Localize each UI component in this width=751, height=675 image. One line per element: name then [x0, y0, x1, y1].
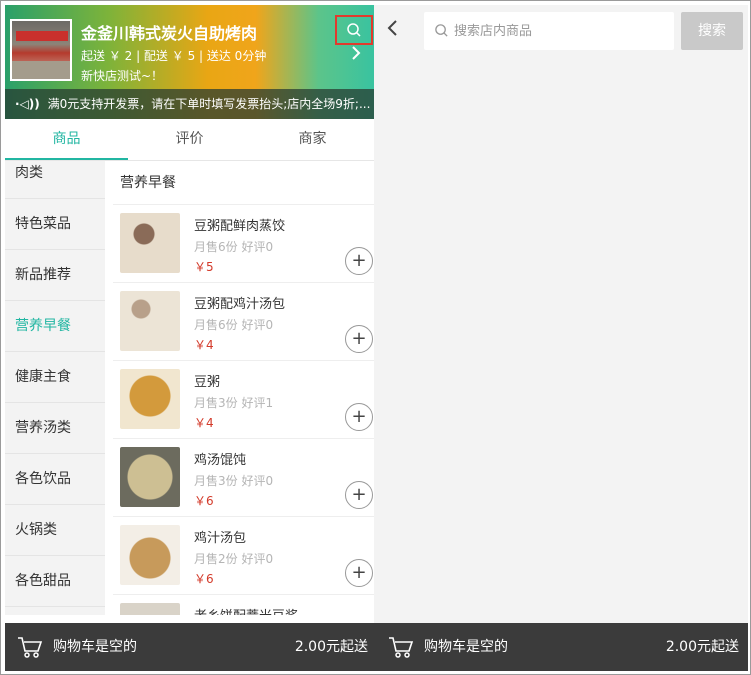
goods-item[interactable]: 豆粥配鲜肉蒸饺 月售6份 好评0 ￥5 + [113, 205, 374, 283]
tab-goods[interactable]: 商品 [5, 119, 128, 160]
goods-thumbnail [120, 291, 180, 351]
cart-summary-right[interactable]: 购物车是空的 2.00元起送 [376, 623, 747, 671]
cart-summary-left[interactable]: 购物车是空的 2.00元起送 [5, 623, 376, 671]
shop-subtitle: 新快店测试~！ [81, 69, 164, 83]
cart-minimum: 2.00元起送 [294, 639, 368, 655]
goods-sales: 月售2份 好评0 [194, 552, 274, 566]
goods-item[interactable]: 豆粥配鸡汁汤包 月售6份 好评0 ￥4 + [113, 283, 374, 361]
goods-price: ￥5 [194, 260, 214, 274]
plus-icon: + [351, 328, 367, 349]
goods-item[interactable]: 老乡饼配薏米豆浆 [113, 595, 374, 615]
search-field[interactable] [424, 12, 674, 50]
goods-item[interactable]: 豆粥 月售3份 好评1 ￥4 + [113, 361, 374, 439]
goods-price: ￥4 [194, 338, 214, 352]
shop-tabs: 商品 评价 商家 [5, 119, 374, 161]
goods-name: 豆粥配鲜肉蒸饺 [194, 219, 286, 234]
goods-thumbnail [120, 447, 180, 507]
goods-name: 豆粥配鸡汁汤包 [194, 297, 286, 312]
speaker-icon: ·◁)) [15, 97, 40, 111]
cart-status: 购物车是空的 [53, 639, 137, 655]
category-item[interactable]: 健康主食 [5, 352, 105, 403]
category-list: 肉类 特色菜品 新品推荐 营养早餐 健康主食 营养汤类 各色饮品 火锅类 各色甜… [5, 161, 105, 615]
cart-minimum: 2.00元起送 [665, 639, 739, 655]
add-to-cart-button[interactable]: + [345, 481, 373, 509]
cart-bar: 购物车是空的 2.00元起送 购物车是空的 2.00元起送 [5, 623, 748, 671]
category-item[interactable]: 营养汤类 [5, 403, 105, 454]
goods-item[interactable]: 鸡汤馄饨 月售3份 好评0 ￥6 + [113, 439, 374, 517]
shop-photo [10, 19, 72, 81]
goods-sales: 月售3份 好评1 [194, 396, 274, 410]
notice-text: 满0元支持开发票，请在下单时填写发票抬头;店内全场9折;... [47, 97, 371, 111]
add-to-cart-button[interactable]: + [345, 325, 373, 353]
search-icon [434, 23, 449, 42]
goods-sales: 月售6份 好评0 [194, 318, 274, 332]
goods-name: 老乡饼配薏米豆浆 [194, 605, 298, 615]
plus-icon: + [351, 484, 367, 505]
add-to-cart-button[interactable]: + [345, 559, 373, 587]
notice-bar: ·◁)) 满0元支持开发票，请在下单时填写发票抬头;店内全场9折;... [5, 89, 374, 119]
shop-delivery-info: 起送 ￥ 2 | 配送 ￥ 5 | 送达 0分钟 [81, 49, 267, 63]
goods-item[interactable]: 鸡汁汤包 月售2份 好评0 ￥6 + [113, 517, 374, 595]
goods-sales: 月售3份 好评0 [194, 474, 274, 488]
cart-status: 购物车是空的 [424, 639, 508, 655]
plus-icon: + [351, 562, 367, 583]
search-input[interactable] [454, 12, 669, 50]
plus-icon: + [351, 250, 367, 271]
search-icon [347, 23, 361, 37]
goods-sales: 月售6份 好评0 [194, 240, 274, 254]
goods-price: ￥4 [194, 416, 214, 430]
goods-thumbnail [120, 525, 180, 585]
chevron-right-icon[interactable] [351, 45, 361, 64]
shop-panel: 金釜川韩式炭火自助烤肉 起送 ￥ 2 | 配送 ￥ 5 | 送达 0分钟 新快店… [5, 5, 374, 671]
goods-price: ￥6 [194, 572, 214, 586]
category-item[interactable]: 各色甜品 [5, 556, 105, 607]
cart-icon [18, 637, 43, 658]
add-to-cart-button[interactable]: + [345, 403, 373, 431]
tab-reviews[interactable]: 评价 [128, 119, 251, 160]
search-button[interactable] [335, 15, 373, 45]
shop-photo-sign [16, 31, 68, 41]
goods-thumbnail [120, 213, 180, 273]
goods-name: 鸡汁汤包 [194, 531, 247, 546]
section-title: 营养早餐 [113, 161, 374, 205]
add-to-cart-button[interactable]: + [345, 247, 373, 275]
category-item[interactable]: 火锅类 [5, 505, 105, 556]
category-item[interactable]: 肉类 [5, 161, 105, 199]
goods-name: 豆粥 [194, 375, 221, 390]
category-item-active[interactable]: 营养早餐 [5, 301, 105, 352]
search-panel: 搜索 [374, 5, 748, 623]
goods-list: 营养早餐 豆粥配鲜肉蒸饺 月售6份 好评0 ￥5 + 豆粥配鸡汁汤包 月售6份 … [113, 161, 374, 615]
goods-thumbnail [120, 603, 180, 615]
category-item[interactable]: 特色菜品 [5, 199, 105, 250]
category-item[interactable]: 新品推荐 [5, 250, 105, 301]
goods-price: ￥6 [194, 494, 214, 508]
app-frame: 金釜川韩式炭火自助烤肉 起送 ￥ 2 | 配送 ￥ 5 | 送达 0分钟 新快店… [0, 0, 751, 675]
shop-name: 金釜川韩式炭火自助烤肉 [81, 24, 258, 43]
shop-header: 金釜川韩式炭火自助烤肉 起送 ￥ 2 | 配送 ￥ 5 | 送达 0分钟 新快店… [5, 5, 374, 119]
goods-thumbnail [120, 369, 180, 429]
plus-icon: + [351, 406, 367, 427]
goods-name: 鸡汤馄饨 [194, 453, 247, 468]
tab-merchant[interactable]: 商家 [251, 119, 374, 160]
category-item[interactable]: 各色饮品 [5, 454, 105, 505]
cart-icon [389, 637, 414, 658]
shop-photo-ground [12, 61, 70, 79]
search-submit-button[interactable]: 搜索 [681, 12, 743, 50]
chevron-left-icon[interactable] [386, 19, 398, 42]
